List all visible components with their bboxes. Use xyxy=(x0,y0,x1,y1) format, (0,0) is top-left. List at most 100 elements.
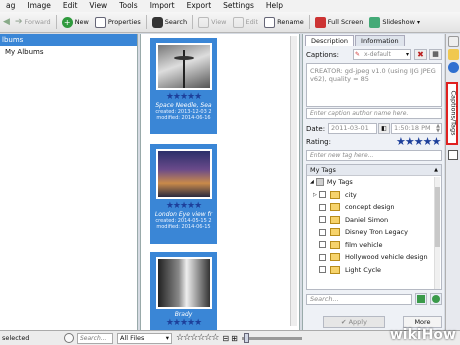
tag-checkbox[interactable] xyxy=(319,216,326,224)
tab-information[interactable]: Information xyxy=(355,35,405,46)
slideshow-dropdown-icon[interactable]: ▾ xyxy=(417,19,420,26)
properties-button[interactable]: Properties xyxy=(92,14,144,31)
menu-view[interactable]: View xyxy=(83,0,113,12)
menu-image[interactable]: Image xyxy=(21,0,57,12)
tag-checkbox[interactable] xyxy=(319,241,326,249)
panel-tabs: Description Information xyxy=(303,35,444,46)
menu-tools[interactable]: Tools xyxy=(113,0,143,12)
albums-header[interactable]: lbums xyxy=(0,34,137,46)
delete-caption-button[interactable]: ✖ xyxy=(414,49,427,60)
forward-button[interactable]: ➔ Forward xyxy=(12,14,54,31)
menu-edit[interactable]: Edit xyxy=(57,0,84,12)
time-input[interactable]: 1:50:18 PM ▲ ▼ xyxy=(391,123,442,134)
info-side-icon[interactable] xyxy=(448,62,459,73)
search-button[interactable]: Search xyxy=(149,14,190,31)
caption-textarea[interactable]: CREATOR: gd-jpeg v1.0 (using IJG JPEG v6… xyxy=(306,63,442,107)
thumbnail-browser: ★★★★★ Space Needle, Sea created: 2013-12… xyxy=(140,34,300,330)
tag-checkbox[interactable] xyxy=(319,228,326,236)
caption-language-select[interactable]: ✎ x-default ▾ xyxy=(353,49,411,60)
zoom-slider[interactable] xyxy=(241,332,302,343)
tag-folder-icon xyxy=(330,253,340,262)
tag-checkbox[interactable] xyxy=(319,266,326,274)
new-button[interactable]: + New xyxy=(59,14,92,31)
menu-import[interactable]: Import xyxy=(144,0,181,12)
file-filter-select[interactable]: All Files ▾ xyxy=(117,332,172,344)
tag-folder-icon xyxy=(330,190,340,199)
tag-item[interactable]: ▷ city xyxy=(307,189,441,202)
search-status-icon[interactable] xyxy=(64,333,74,343)
tag-item[interactable]: Disney Tron Legacy xyxy=(307,226,441,239)
tag-item[interactable]: Light Cycle xyxy=(307,264,441,277)
captions-tags-tab[interactable]: Captions/Tags xyxy=(446,82,458,145)
date-input[interactable]: 2011-03-01 xyxy=(328,123,377,134)
caption-author-input[interactable]: Enter caption author name here. xyxy=(306,108,442,119)
zoom-in-icon[interactable]: ⊞ xyxy=(231,334,238,343)
scrollbar-thumb[interactable] xyxy=(435,187,440,247)
menu-help[interactable]: Help xyxy=(260,0,289,12)
date-picker-button[interactable]: ◧ xyxy=(378,123,390,134)
tag-label: Disney Tron Legacy xyxy=(345,228,408,237)
toolbar-separator xyxy=(308,15,310,29)
tag-tree-header-label: My Tags xyxy=(310,166,336,174)
properties-side-icon[interactable] xyxy=(448,36,459,47)
expand-arrow-icon[interactable]: ▷ xyxy=(313,192,317,198)
tag-label: Light Cycle xyxy=(345,265,382,274)
new-icon: + xyxy=(61,16,73,28)
tag-item[interactable]: concept design xyxy=(307,201,441,214)
thumbnail-modified: modified: 2014-06-16 xyxy=(156,115,211,121)
caption-language-value: x-default xyxy=(364,51,391,58)
rename-button[interactable]: Rename xyxy=(261,14,307,31)
time-spinner-icon[interactable]: ▲ ▼ xyxy=(436,124,440,134)
add-caption-button[interactable]: ▦ xyxy=(429,49,442,60)
toolbar-separator xyxy=(145,15,147,29)
rating-filter-stars[interactable]: ☆☆☆☆☆☆ xyxy=(176,333,219,343)
new-tag-input[interactable]: Enter new tag here... xyxy=(306,150,442,161)
tag-item[interactable]: Daniel Simon xyxy=(307,214,441,227)
refresh-button[interactable] xyxy=(415,293,427,305)
binoculars-icon xyxy=(151,16,163,28)
fullscreen-button[interactable]: Full Screen xyxy=(312,14,367,31)
tag-search-input[interactable]: Search... xyxy=(306,294,412,305)
back-button[interactable]: ◀ xyxy=(0,14,12,31)
tag-item[interactable]: film vehicle xyxy=(307,239,441,252)
tag-checkbox[interactable] xyxy=(319,203,326,211)
tag-folder-icon xyxy=(330,240,340,249)
zoom-slider-thumb[interactable] xyxy=(243,332,249,343)
my-albums-item[interactable]: My Albums xyxy=(0,46,137,58)
thumbnail-scrollbar[interactable] xyxy=(290,36,297,326)
rating-stars[interactable]: ★★★★★ xyxy=(150,201,217,211)
view-icon xyxy=(198,16,210,28)
search-label: Search xyxy=(164,18,188,26)
gear-icon xyxy=(432,295,440,303)
rating-stars[interactable]: ★★★★★ xyxy=(396,135,441,148)
tag-root[interactable]: ◢ My Tags xyxy=(307,176,441,189)
edit-button[interactable]: Edit xyxy=(230,14,262,31)
tag-checkbox[interactable] xyxy=(319,253,326,261)
tag-options-button[interactable] xyxy=(430,293,442,305)
time-value: 1:50:18 PM xyxy=(394,124,431,132)
menu-export[interactable]: Export xyxy=(181,0,218,12)
menu-settings[interactable]: Settings xyxy=(217,0,260,12)
status-search-input[interactable]: Search... xyxy=(77,332,113,344)
apply-button[interactable]: ✔ Apply xyxy=(323,316,385,328)
slideshow-button[interactable]: Slideshow ▾ xyxy=(366,14,423,31)
thumbnail-item[interactable]: Brady ★★★★★ xyxy=(150,252,217,330)
zoom-out-icon[interactable]: ⊟ xyxy=(222,334,229,343)
thumbnail-item[interactable]: ★★★★★ London Eye view fr created: 2014-0… xyxy=(150,144,217,244)
rating-stars[interactable]: ★★★★★ xyxy=(150,318,217,328)
menu-bar: ag Image Edit View Tools Import Export S… xyxy=(0,0,460,12)
chevron-up-icon[interactable]: ▲ xyxy=(434,165,438,175)
tab-description[interactable]: Description xyxy=(305,35,355,46)
thumbnail-item[interactable]: ★★★★★ Space Needle, Sea created: 2013-12… xyxy=(150,38,217,134)
menu-tag[interactable]: ag xyxy=(0,0,21,12)
tag-item[interactable]: Hollywood vehicle design xyxy=(307,251,441,264)
checklist-side-icon[interactable] xyxy=(448,150,458,160)
expand-arrow-icon[interactable]: ◢ xyxy=(310,179,314,185)
view-button[interactable]: View xyxy=(195,14,229,31)
tag-tree-scrollbar[interactable] xyxy=(434,177,440,289)
tag-checkbox[interactable] xyxy=(319,191,326,199)
rating-stars[interactable]: ★★★★★ xyxy=(150,92,217,102)
refresh-icon xyxy=(417,295,425,303)
chevron-down-icon: ▾ xyxy=(405,51,409,58)
folder-side-icon[interactable] xyxy=(448,49,459,60)
